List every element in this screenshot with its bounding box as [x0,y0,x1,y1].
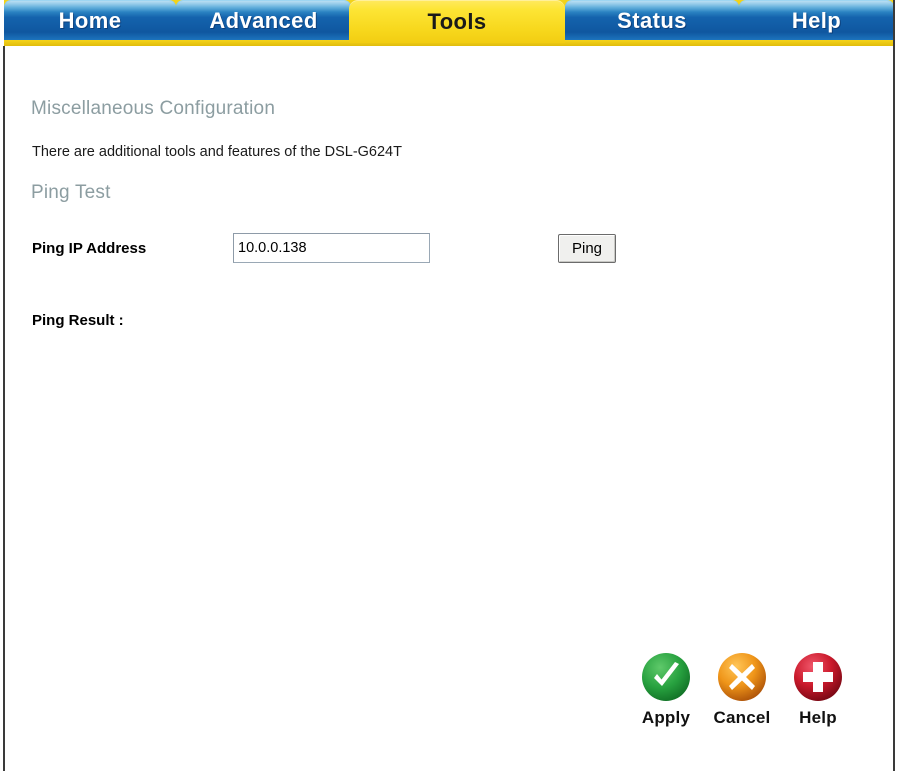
router-admin-page: Home Advanced Tools Status Help Miscella… [0,0,898,771]
tab-help[interactable]: Help [739,0,894,40]
tab-home[interactable]: Home [4,0,176,40]
ping-ip-address-label: Ping IP Address [32,240,147,257]
page-title: Miscellaneous Configuration [31,98,276,119]
help-button-label: Help [799,708,837,727]
tab-status[interactable]: Status [565,0,739,40]
apply-button[interactable]: Apply [630,651,702,728]
ping-button[interactable]: Ping [558,234,616,263]
ping-result-label: Ping Result : [32,312,124,329]
content-area: Miscellaneous Configuration There are ad… [5,46,893,771]
x-circle-icon [718,653,766,701]
tab-tools-label: Tools [427,9,487,34]
tab-advanced[interactable]: Advanced [176,0,351,40]
tab-tools[interactable]: Tools [349,0,565,43]
apply-button-label: Apply [641,708,691,727]
ping-ip-input[interactable] [233,233,430,263]
action-button-bar: Apply Cancel Help [630,651,855,756]
tab-home-label: Home [58,7,122,33]
intro-description: There are additional tools and features … [32,144,402,160]
cancel-button[interactable]: Cancel [706,651,778,728]
tab-help-label: Help [791,7,842,33]
ping-test-heading: Ping Test [31,182,111,203]
cancel-button-label: Cancel [713,708,771,727]
help-button[interactable]: Help [782,651,854,728]
plus-circle-icon [794,653,842,701]
tab-advanced-label: Advanced [209,7,318,33]
tab-status-label: Status [617,7,687,33]
check-circle-icon [642,653,690,701]
main-navigation-tabs: Home Advanced Tools Status Help [4,0,894,46]
page-border-right [893,0,895,771]
